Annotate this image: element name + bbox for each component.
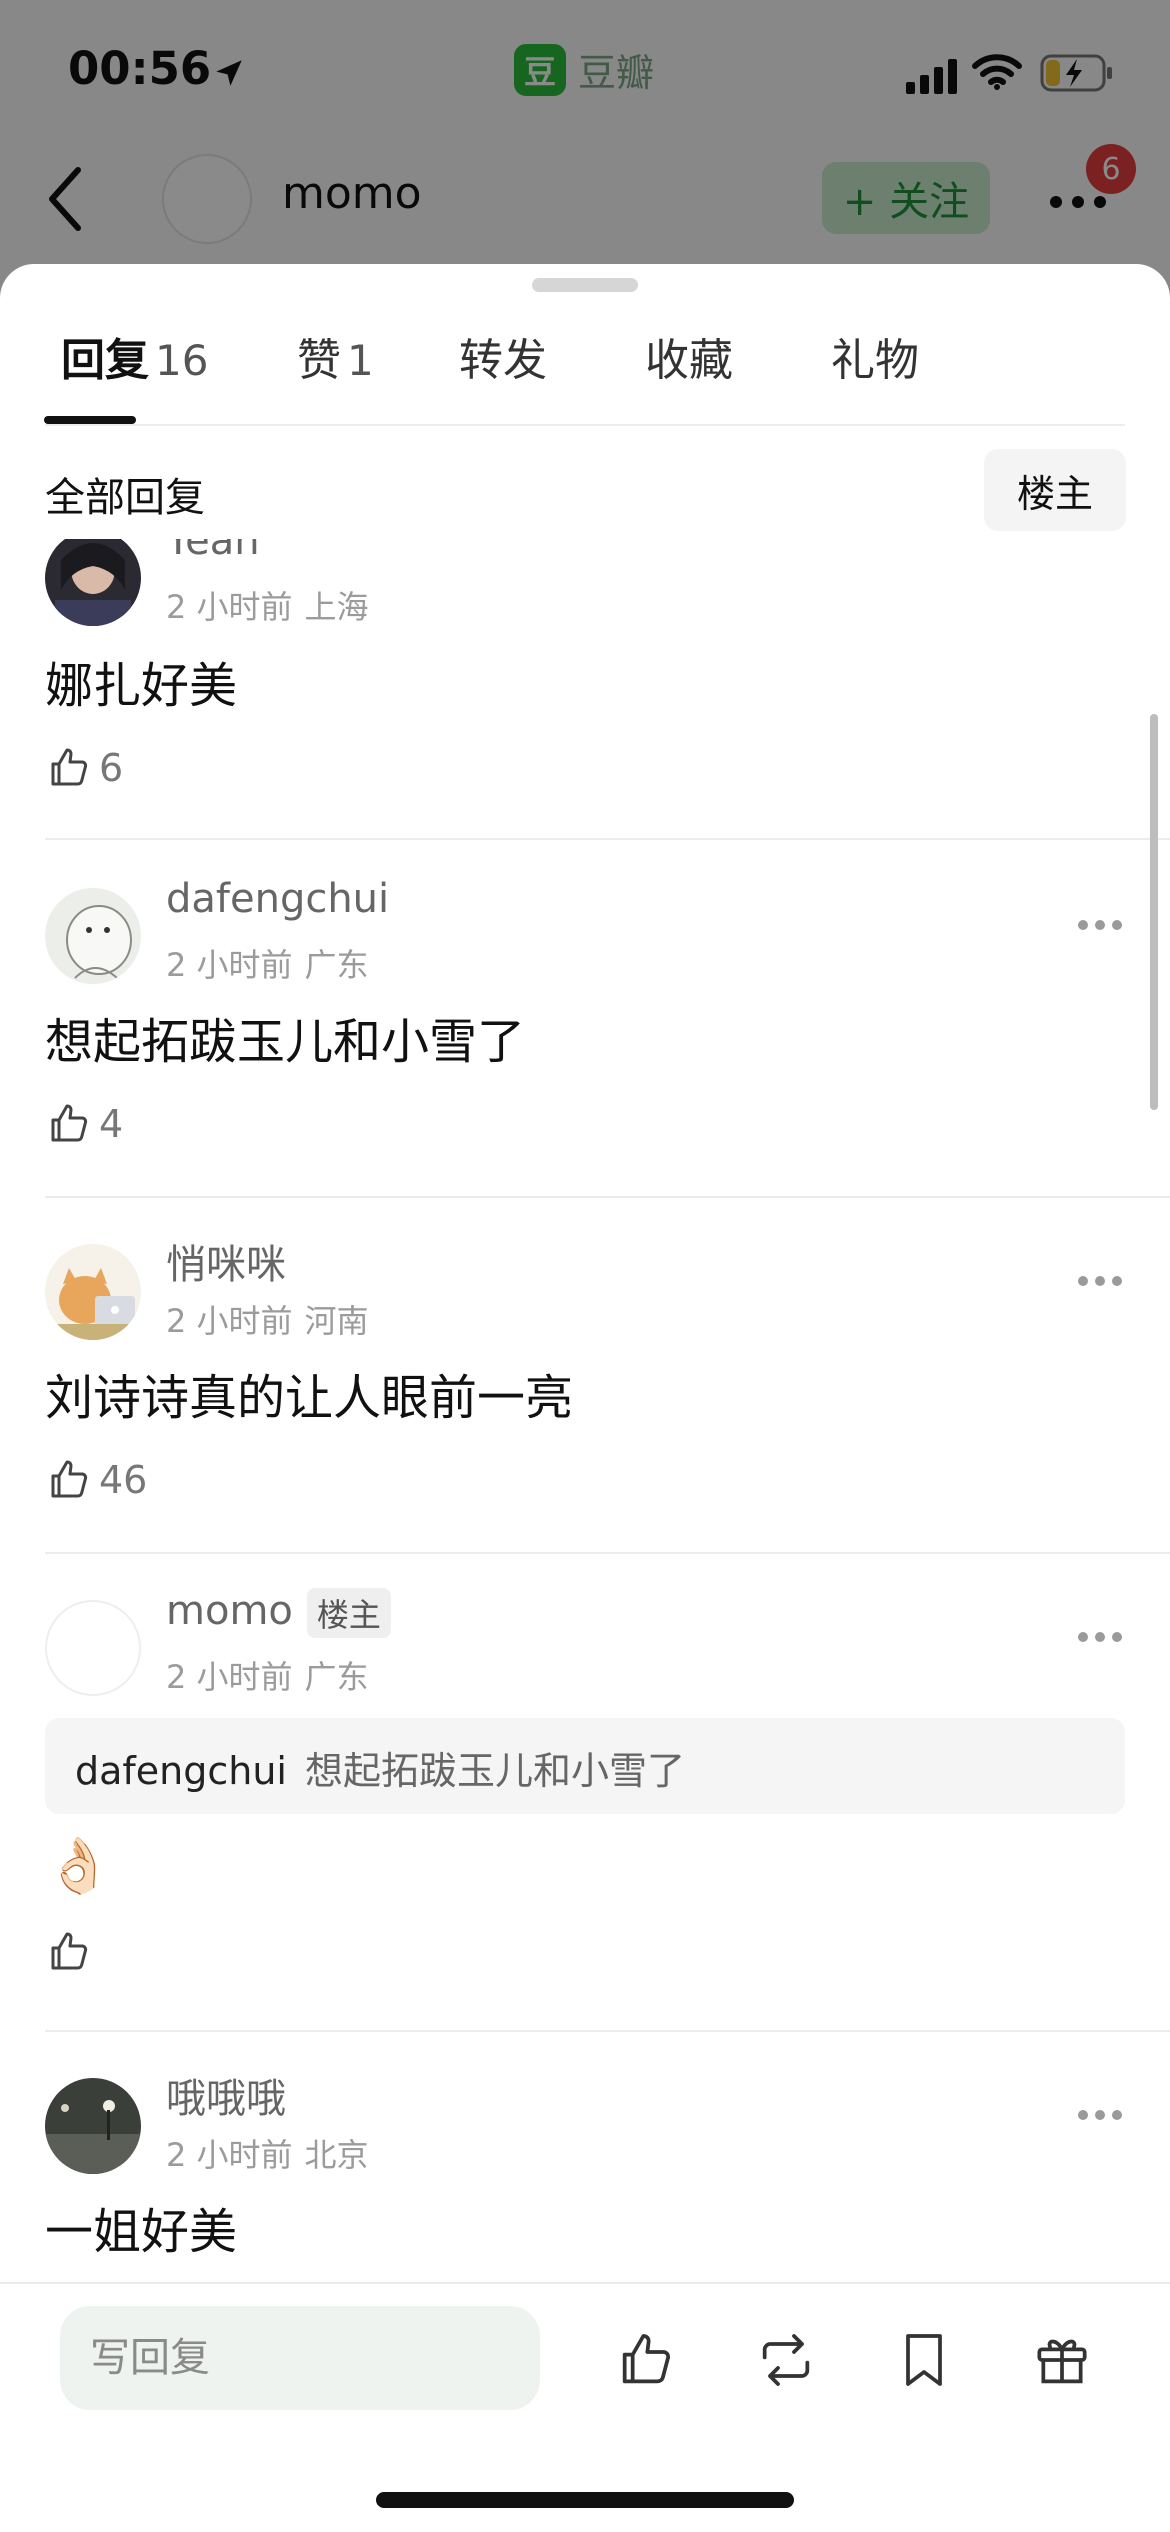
like-count: 4 [99, 1102, 124, 1146]
more-options-icon[interactable] [1076, 1630, 1124, 1644]
tab-replies-count: 16 [155, 336, 209, 385]
comment-meta: 2 小时前 北京 [166, 2130, 369, 2176]
tab-replies-label: 回复 [61, 335, 149, 386]
tab-likes-count: 1 [347, 336, 374, 385]
comment-time: 2 小时前 [166, 946, 293, 984]
tab-reshares-label: 转发 [459, 335, 547, 386]
like-button[interactable]: 6 [45, 742, 123, 794]
tabs-divider [45, 424, 1125, 426]
comment-text: 想起拓跋玉儿和小雪了 [45, 1014, 526, 1070]
avatar[interactable] [45, 1244, 141, 1340]
like-button[interactable] [45, 1926, 99, 1978]
comment-username[interactable]: momo 楼主 [166, 1588, 391, 1638]
tab-gifts[interactable]: 礼物 [831, 324, 919, 414]
comment-separator [45, 1196, 1170, 1198]
thumbs-up-icon [51, 1932, 88, 1970]
gift-icon[interactable] [1030, 2328, 1094, 2392]
thumbs-up-icon [51, 1460, 88, 1498]
sheet-grabber[interactable] [532, 278, 638, 292]
comment-location: 北京 [304, 2136, 369, 2174]
tab-gifts-label: 礼物 [831, 335, 919, 386]
comment-username[interactable]: 哦哦哦 [166, 2066, 286, 2124]
thumbs-up-icon [51, 1104, 88, 1142]
comment-meta: 2 小时前 广东 [166, 940, 369, 986]
modal-backdrop[interactable] [0, 0, 1170, 300]
comment-location: 上海 [304, 588, 369, 626]
bookmark-icon[interactable] [892, 2328, 956, 2392]
comment-meta: 2 小时前 河南 [166, 1296, 369, 1342]
avatar[interactable] [45, 1600, 141, 1696]
comment-text: 刘诗诗真的让人眼前一亮 [45, 1370, 574, 1426]
comment-text: 👌🏻 [45, 1834, 113, 1897]
all-replies-label: 全部回复 [45, 475, 205, 521]
home-indicator [376, 2492, 794, 2508]
more-options-icon[interactable] [1076, 2108, 1124, 2122]
comment-time: 2 小时前 [166, 1658, 293, 1696]
comment-meta: 2 小时前 上海 [166, 582, 369, 628]
tab-replies[interactable]: 回复 16 [61, 324, 208, 414]
comment-separator [45, 2030, 1170, 2032]
like-button[interactable]: 46 [45, 1454, 147, 1506]
reshare-icon[interactable] [754, 2328, 818, 2392]
comment-time: 2 小时前 [166, 2136, 293, 2174]
more-options-icon[interactable] [1076, 1274, 1124, 1288]
comments-sheet: 回复16 赞1 转发 收藏 礼物 全部回复 楼主 Yean 2 小时前上海 [0, 264, 1170, 2532]
comment-list-viewport[interactable]: Yean 2 小时前 上海 娜扎好美 6 dafengchui 2 小时前 广东 想… [0, 539, 1170, 2352]
thumbs-up-icon [51, 748, 88, 786]
tab-collections-label: 收藏 [645, 335, 733, 386]
host-tag: 楼主 [306, 1588, 391, 1638]
comment-text: 娜扎好美 [45, 658, 238, 714]
quoted-reply[interactable]: dafengchui 想起拓跋玉儿和小雪了 [45, 1718, 1125, 1814]
comment-location: 广东 [304, 946, 369, 984]
tab-bar: 回复 16 赞1 转发 收藏 礼物 [45, 324, 1125, 434]
bottom-action-bar [0, 2282, 1170, 2532]
scroll-indicator[interactable] [1150, 714, 1158, 1110]
tab-collections[interactable]: 收藏 [645, 324, 733, 414]
quoted-text: 想起拓跋玉儿和小雪了 [305, 1749, 686, 1793]
like-count: 46 [99, 1458, 148, 1502]
avatar[interactable] [45, 2078, 141, 2174]
avatar[interactable] [45, 888, 141, 984]
tab-likes[interactable]: 赞1 [297, 324, 374, 414]
tab-reshares[interactable]: 转发 [459, 324, 547, 414]
more-options-icon[interactable] [1076, 918, 1124, 932]
comment-meta: 2 小时前 广东 [166, 1652, 369, 1698]
filter-row: 全部回复 楼主 [0, 439, 1170, 539]
reply-input[interactable] [60, 2306, 540, 2410]
like-button[interactable]: 4 [45, 1098, 123, 1150]
comment-time: 2 小时前 [166, 1302, 293, 1340]
comment-location: 广东 [304, 1658, 369, 1696]
comment-username-text: momo [166, 1588, 293, 1634]
comment-username[interactable]: 悄咪咪 [166, 1232, 286, 1290]
like-count: 6 [99, 746, 124, 790]
comment-separator [45, 1552, 1170, 1554]
host-only-button[interactable]: 楼主 [984, 449, 1126, 531]
comment-text: 一姐好美 [45, 2204, 238, 2260]
comment-username[interactable]: dafengchui [166, 876, 389, 922]
comment-time: 2 小时前 [166, 588, 293, 626]
avatar[interactable] [45, 539, 141, 626]
tab-likes-label: 赞 [297, 335, 341, 386]
comment-username[interactable]: Yean [166, 539, 260, 564]
thumbs-up-icon[interactable] [614, 2328, 678, 2392]
comment-separator [45, 838, 1170, 840]
comment-location: 河南 [304, 1302, 369, 1340]
quoted-username: dafengchui [75, 1749, 287, 1793]
